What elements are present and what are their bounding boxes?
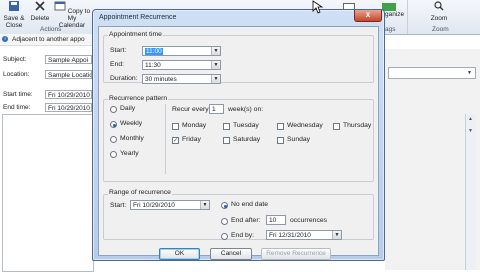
weeks-on-label: week(s) on: xyxy=(228,106,264,113)
chevron-down-icon[interactable]: ▼ xyxy=(332,231,341,239)
recurrence-pattern-title: Recurrence pattern xyxy=(108,95,169,102)
location-label: Location: xyxy=(3,71,30,78)
notes-body[interactable] xyxy=(2,114,94,272)
sunday-label: Sunday xyxy=(287,136,311,143)
occurrences-input[interactable]: 10 xyxy=(266,215,286,225)
range-start-label: Start: xyxy=(110,202,127,209)
monday-label: Monday xyxy=(182,122,207,129)
range-title: Range of recurrence xyxy=(108,189,172,196)
dialog-title: Appointment Recurrence xyxy=(99,14,177,21)
ok-button[interactable]: OK xyxy=(159,248,200,260)
subject-label: Subject: xyxy=(3,56,27,63)
appointment-time-title: Appointment time xyxy=(108,31,163,38)
yearly-label: Yearly xyxy=(120,150,139,157)
delete-button[interactable]: Delete xyxy=(28,1,52,27)
chevron-down-icon[interactable]: ▼ xyxy=(465,69,474,77)
weekly-label: Weekly xyxy=(120,120,143,127)
close-icon: x xyxy=(365,10,371,19)
end-time-value: 11:30 xyxy=(145,62,161,69)
range-start-value: Fri 10/29/2010 xyxy=(133,202,175,209)
close-button[interactable]: x xyxy=(354,10,382,22)
info-icon: i xyxy=(2,36,8,42)
duration-label: Duration: xyxy=(110,75,138,82)
tags-group-label: ags xyxy=(385,26,396,33)
end-time-dropdown[interactable]: 11:30 ▼ xyxy=(142,60,221,70)
end-after-radio[interactable] xyxy=(221,218,228,225)
zoom-button[interactable]: Zoom xyxy=(426,1,452,27)
end-by-radio[interactable] xyxy=(221,233,228,240)
calendar-icon xyxy=(54,1,66,11)
friday-label: Friday xyxy=(182,136,201,143)
appointment-recurrence-dialog: Appointment Recurrence x Appointment tim… xyxy=(92,9,385,261)
daily-label: Daily xyxy=(120,105,136,112)
actions-group-label: Actions xyxy=(40,26,62,33)
end-time-label: End time: xyxy=(3,104,31,111)
recur-every-input[interactable]: 1 xyxy=(209,104,224,114)
end-by-value: Fri 12/31/2010 xyxy=(269,232,311,239)
divider xyxy=(165,104,166,174)
group-divider xyxy=(407,0,408,34)
notes-scrollbar[interactable]: ▲ ▼ xyxy=(465,114,476,270)
end-by-label: End by: xyxy=(231,232,255,239)
range-start-dropdown[interactable]: Fri 10/29/2010 ▼ xyxy=(130,200,210,210)
mouse-cursor-icon xyxy=(312,0,324,14)
copy-to-calendar-button[interactable]: Copy to My Calendar xyxy=(52,1,92,29)
recur-every-label: Recur every xyxy=(172,106,209,113)
monday-checkbox[interactable] xyxy=(172,123,179,130)
scroll-down-icon[interactable]: ▼ xyxy=(468,128,473,134)
end-date-input[interactable]: Fri 10/29/2010 xyxy=(45,103,92,112)
start-time-label: Start: xyxy=(110,47,127,54)
end-by-dropdown[interactable]: Fri 12/31/2010 ▼ xyxy=(266,230,342,240)
daily-radio[interactable] xyxy=(110,106,117,113)
chevron-down-icon[interactable]: ▼ xyxy=(211,61,220,69)
monthly-label: Monthly xyxy=(120,135,144,142)
cancel-button[interactable]: Cancel xyxy=(210,248,252,260)
no-end-date-radio[interactable] xyxy=(221,202,228,209)
location-dropdown[interactable] xyxy=(388,67,476,79)
delete-icon xyxy=(35,1,45,11)
start-time-label: Start time: xyxy=(3,91,33,98)
subject-input[interactable]: Sample Appoi xyxy=(45,55,92,64)
location-input[interactable]: Sample Locatio xyxy=(45,70,92,79)
occurrences-label: occurrences xyxy=(290,217,328,224)
yearly-radio[interactable] xyxy=(110,151,117,158)
thursday-checkbox[interactable] xyxy=(333,123,340,130)
organize-label: ganize xyxy=(385,11,405,18)
chevron-down-icon[interactable]: ▼ xyxy=(211,75,220,83)
friday-checkbox[interactable]: ✓ xyxy=(172,137,179,144)
save-icon xyxy=(9,1,19,11)
duration-value: 30 minutes xyxy=(145,76,177,83)
tuesday-checkbox[interactable] xyxy=(223,123,230,130)
start-date-input[interactable]: Fri 10/29/2010 xyxy=(45,90,92,99)
no-end-date-label: No end date xyxy=(231,201,269,208)
chevron-down-icon[interactable]: ▼ xyxy=(200,201,209,209)
weekly-radio[interactable] xyxy=(110,121,117,128)
scroll-up-icon[interactable]: ▲ xyxy=(468,116,473,122)
sunday-checkbox[interactable] xyxy=(277,137,284,144)
wednesday-checkbox[interactable] xyxy=(277,123,284,130)
save-close-button[interactable]: Save & Close xyxy=(2,1,26,29)
chevron-down-icon[interactable]: ▼ xyxy=(211,47,220,55)
zoom-group-label: Zoom xyxy=(432,26,449,33)
magnifier-icon xyxy=(434,1,444,11)
start-time-dropdown[interactable]: 11:00 ▼ xyxy=(142,46,221,56)
saturday-checkbox[interactable] xyxy=(223,137,230,144)
info-bar: i Adjacent to another appo xyxy=(0,34,92,46)
end-time-label: End: xyxy=(110,61,124,68)
remove-recurrence-button[interactable]: Remove Recurrence xyxy=(261,248,331,260)
start-time-value: 11:00 xyxy=(145,48,163,55)
tuesday-label: Tuesday xyxy=(233,122,259,129)
thursday-label: Thursday xyxy=(343,122,372,129)
wednesday-label: Wednesday xyxy=(287,122,323,129)
saturday-label: Saturday xyxy=(233,136,261,143)
duration-dropdown[interactable]: 30 minutes ▼ xyxy=(142,74,221,84)
monthly-radio[interactable] xyxy=(110,136,117,143)
dialog-client: Appointment time Start: 11:00 ▼ End: 11:… xyxy=(98,26,379,260)
end-after-label: End after: xyxy=(231,217,261,224)
